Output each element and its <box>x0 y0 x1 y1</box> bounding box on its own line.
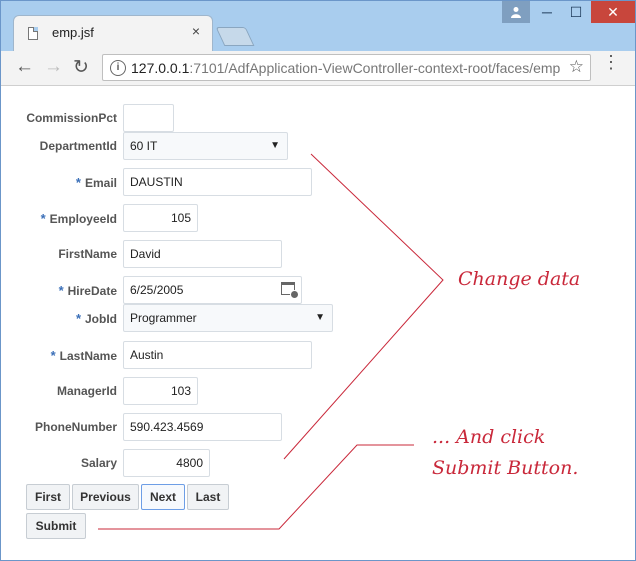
change-data-annotation: Change data <box>458 268 581 290</box>
browser-window: emp.jsf × ─ ☐ ✕ ← → ↻ i 127.0.0.1:7101/A… <box>0 0 636 561</box>
submit-button-annotation: Submit Button. <box>432 457 579 479</box>
and-click-annotation: ... And click <box>432 426 546 448</box>
